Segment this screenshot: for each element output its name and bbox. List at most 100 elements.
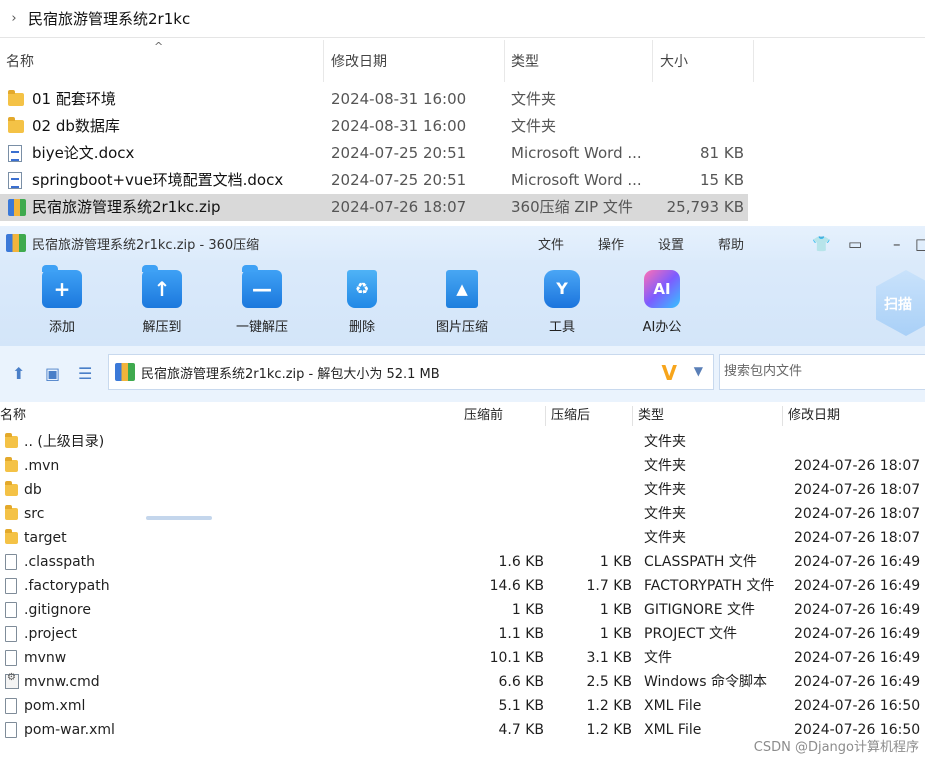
tools-button[interactable]: Y 工具 [517,270,607,335]
archive-entry-row[interactable]: .classpath 1.6 KB 1 KB CLASSPATH 文件 2024-07-… [0,550,925,574]
entry-size-after: 3.1 KB [586,650,633,666]
entry-type: 文件夹 [644,506,686,522]
archive-entry-row[interactable]: src 文件夹 2024-07-26 18:07 [0,502,925,526]
entry-date: 2024-07-26 18:07 [794,530,921,546]
menu-file[interactable]: 文件 [538,226,564,260]
file-date: 2024-07-25 20:51 [331,144,467,162]
image-compress-icon: ▲ [446,270,478,308]
archive-entry-row[interactable]: .. (上级目录) 文件夹 [0,430,925,454]
file-row[interactable]: 01 配套环境 2024-08-31 16:00 文件夹 [0,86,748,113]
file-date: 2024-08-31 16:00 [331,90,467,108]
entry-date: 2024-07-26 18:07 [794,458,921,474]
extract-to-label: 解压到 [142,320,182,335]
entry-size-after: 1.7 KB [586,578,633,594]
up-arrow-icon[interactable]: ⬆ [12,364,25,383]
message-icon[interactable]: ▭ [848,235,862,253]
tools-label: 工具 [548,320,575,335]
entry-type: 文件夹 [644,434,686,450]
entry-size-before: 1 KB [511,602,544,618]
scan-label: 扫描 [884,297,912,313]
entry-name: .gitignore [24,602,91,618]
entry-size-after: 1 KB [599,554,632,570]
column-size[interactable]: 大小 [654,40,754,82]
column-divider[interactable] [782,406,783,426]
column-divider[interactable] [632,406,633,426]
menu-help[interactable]: 帮助 [718,226,744,260]
column-compressed-before[interactable]: 压缩前 [464,402,503,430]
minimize-icon[interactable]: – [893,235,901,253]
entry-name: pom.xml [24,698,86,714]
archive-entry-row[interactable]: .project 1.1 KB 1 KB PROJECT 文件 2024-07-26 1… [0,622,925,646]
archive-entry-row[interactable]: .mvn 文件夹 2024-07-26 18:07 [0,454,925,478]
add-label: 添加 [48,320,75,335]
list-view-icon[interactable]: ☰ [78,364,92,383]
delete-button[interactable]: ♻ 删除 [317,270,407,335]
maximize-icon[interactable]: □ [915,235,925,253]
entry-date: 2024-07-26 16:49 [794,674,921,690]
archive-entry-row[interactable]: .gitignore 1 KB 1 KB GITIGNORE 文件 2024-07-26… [0,598,925,622]
search-input[interactable]: 搜索包内文件 [719,354,925,390]
address-bar[interactable]: › 民宿旅游管理系统2r1kc [0,0,925,38]
entry-type: PROJECT 文件 [644,626,737,642]
csdn-watermark: CSDN @Django计算机程序 [753,740,919,755]
one-click-extract-button[interactable]: — 一键解压 [217,265,307,335]
menu-settings[interactable]: 设置 [658,226,684,260]
chevron-right-icon[interactable]: › [0,11,28,26]
entry-size-after: 1.2 KB [586,722,633,738]
column-type[interactable]: 类型 [638,402,664,430]
column-compressed-after[interactable]: 压缩后 [551,402,590,430]
file-type: Microsoft Word ... [511,144,642,162]
file-row[interactable]: biye论文.docx 2024-07-25 20:51 Microsoft Wor… [0,140,748,167]
archive-entry-row[interactable]: db 文件夹 2024-07-26 18:07 [0,478,925,502]
entry-size-before: 5.1 KB [498,698,545,714]
row-icon-wrapper [5,722,17,738]
column-date[interactable]: 修改日期 [325,40,505,82]
file-icon [5,698,17,714]
entry-name: .factorypath [24,578,110,594]
file-name: 01 配套环境 [32,90,116,108]
image-compress-button[interactable]: ▲ 图片压缩 [417,270,507,335]
file-row[interactable]: springboot+vue环境配置文档.docx 2024-07-25 20:5… [0,167,748,194]
v-logo-icon[interactable]: V [662,361,677,385]
entry-size-after [560,526,632,550]
add-button[interactable]: + 添加 [17,265,107,335]
file-row[interactable]: 民宿旅游管理系统2r1kc.zip 2024-07-26 18:07 360压缩 Z… [0,194,748,221]
entry-type: 文件夹 [644,458,686,474]
dropdown-arrow-icon[interactable]: ▼ [694,364,703,378]
entry-name: .. (上级目录) [24,434,105,450]
archive-entry-row[interactable]: mvnw 10.1 KB 3.1 KB 文件 2024-07-26 16:49 [0,646,925,670]
image-compress-label: 图片压缩 [435,320,488,335]
column-name[interactable]: 名称 [0,40,324,82]
address-path: 民宿旅游管理系统2r1kc [28,10,191,28]
entry-size-after [560,478,632,502]
column-name[interactable]: 名称 [0,402,26,430]
archive-entry-row[interactable]: .factorypath 14.6 KB 1.7 KB FACTORYPATH 文件 2… [0,574,925,598]
entry-size-after: 1 KB [599,602,632,618]
archive-entry-row[interactable]: mvnw.cmd 6.6 KB 2.5 KB Windows 命令脚本 2024-07-… [0,670,925,694]
tools-icon: Y [544,270,580,308]
column-type[interactable]: 类型 [505,40,653,82]
thumbnail-view-icon[interactable]: ▣ [45,364,60,383]
entry-name: target [24,530,67,546]
entry-size-after [560,430,632,454]
archive-entry-row[interactable]: pom.xml 5.1 KB 1.2 KB XML File 2024-07-26 16… [0,694,925,718]
entry-size-after [560,502,632,526]
menu-operations[interactable]: 操作 [598,226,624,260]
one-click-extract-label: 一键解压 [235,320,288,335]
archive-entry-row[interactable]: target 文件夹 2024-07-26 18:07 [0,526,925,550]
zip-column-header: 名称 压缩前 压缩后 类型 修改日期 [0,402,925,430]
row-icon-wrapper [5,481,18,496]
skin-shirt-icon[interactable]: 👕 [812,235,831,253]
file-icon [5,626,17,642]
file-name: 民宿旅游管理系统2r1kc.zip [32,198,221,216]
archive-path-box[interactable]: 民宿旅游管理系统2r1kc.zip - 解包大小为 52.1 MB V ▼ [108,354,714,390]
entry-size-after [560,454,632,478]
column-date[interactable]: 修改日期 [788,402,840,430]
file-row[interactable]: 02 db数据库 2024-08-31 16:00 文件夹 [0,113,748,140]
folder-icon [8,90,24,106]
extract-to-button[interactable]: ↑ 解压到 [117,265,207,335]
file-size: 25,793 KB [666,198,744,216]
zip-toolbar: + 添加 ↑ 解压到 — 一键解压 ♻ 删除 ▲ 图片压缩 Y 工具 AI AI… [0,260,925,346]
column-divider[interactable] [545,406,546,426]
ai-office-button[interactable]: AI AI办公 [617,270,707,335]
